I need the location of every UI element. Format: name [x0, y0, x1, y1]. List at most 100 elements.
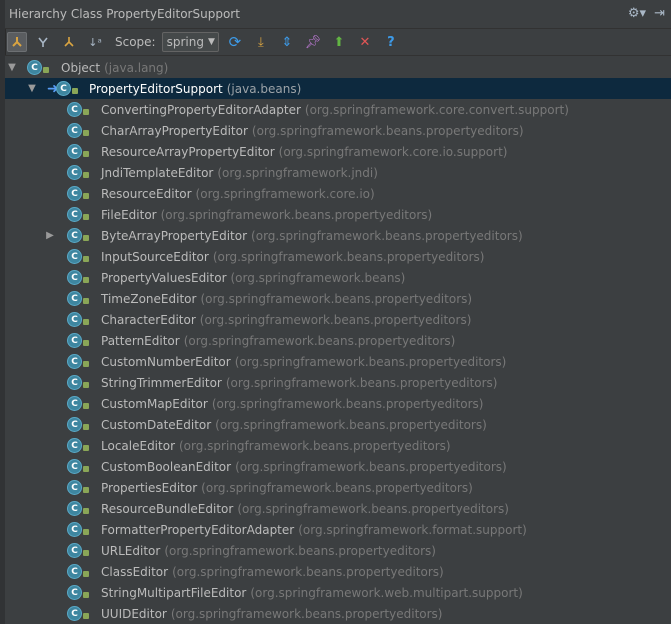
sort-alpha-icon: ↓ᵃ — [88, 35, 102, 49]
close-button[interactable]: ✕ — [355, 32, 375, 52]
class-icon: C — [67, 480, 82, 495]
tool-window-title: Hierarchy Class PropertyEditorSupport — [9, 7, 240, 21]
tree-node-child[interactable]: C ResourceArrayPropertyEditor (org.springf… — [5, 141, 671, 162]
expand-all-icon: ⇕ — [281, 34, 293, 50]
class-icon: C — [67, 228, 82, 243]
tree-node-child[interactable]: C PropertyValuesEditor (org.springframewor… — [5, 267, 671, 288]
public-icon — [83, 277, 89, 283]
tree-node-child[interactable]: C PatternEditor (org.springframework.beans… — [5, 330, 671, 351]
chevron-down-icon: ▼ — [207, 37, 215, 47]
expanded-arrow-icon[interactable]: ▼ — [27, 83, 37, 94]
tree-node-child[interactable]: C TimeZoneEditor (org.springframework.bean… — [5, 288, 671, 309]
class-icon: C — [67, 186, 82, 201]
node-label: InputSourceEditor (org.springframework.be… — [101, 249, 485, 264]
node-label: CustomMapEditor (org.springframework.bean… — [101, 396, 484, 411]
public-icon — [83, 487, 89, 493]
tree-node-child[interactable]: C UUIDEditor (org.springframework.beans.pr… — [5, 603, 671, 624]
scope-dropdown[interactable]: spring ▼ — [161, 32, 219, 52]
public-icon — [83, 235, 89, 241]
node-label: URLEditor (org.springframework.beans.prop… — [101, 543, 436, 558]
tree-node-child[interactable]: C FormatterPropertyEditorAdapter (org.spri… — [5, 519, 671, 540]
public-icon — [83, 445, 89, 451]
tree-node-child[interactable]: C CustomBooleanEditor (org.springframework… — [5, 456, 671, 477]
scope-label: Scope: — [115, 35, 156, 49]
node-label: CharacterEditor (org.springframework.bean… — [101, 312, 472, 327]
node-label: StringTrimmerEditor (org.springframework.… — [101, 375, 498, 390]
tree-node-child[interactable]: C CharacterEditor (org.springframework.bea… — [5, 309, 671, 330]
tree-node-child[interactable]: C InputSourceEditor (org.springframework.b… — [5, 246, 671, 267]
tree-node-selected[interactable]: ▼ ➜ C PropertyEditorSupport (java.beans) — [5, 78, 671, 99]
tree-node-child[interactable]: ▶ C ByteArrayPropertyEditor (org.springfram… — [5, 225, 671, 246]
tree-node-child[interactable]: C PropertiesEditor (org.springframework.be… — [5, 477, 671, 498]
node-label: CustomBooleanEditor (org.springframework.… — [101, 459, 507, 474]
class-icon: C — [56, 81, 71, 96]
public-icon — [83, 214, 89, 220]
public-icon — [83, 613, 89, 619]
subtypes-button[interactable] — [59, 32, 79, 52]
tree-node-child[interactable]: C LocaleEditor (org.springframework.beans.… — [5, 435, 671, 456]
expanded-arrow-icon[interactable]: ▼ — [7, 62, 17, 73]
tree-node-root[interactable]: ▼ C Object (java.lang) — [5, 57, 671, 78]
gear-icon[interactable]: ⚙▾ — [628, 6, 646, 22]
node-label: ByteArrayPropertyEditor (org.springframew… — [101, 228, 523, 243]
sort-alphabetically-button[interactable]: ↓ᵃ — [85, 32, 105, 52]
class-icon: C — [67, 543, 82, 558]
tree-node-child[interactable]: C ConvertingPropertyEditorAdapter (org.spr… — [5, 99, 671, 120]
scope-value: spring — [166, 35, 204, 49]
class-icon: C — [67, 417, 82, 432]
class-icon: C — [67, 354, 82, 369]
node-label: CustomNumberEditor (org.springframework.b… — [101, 354, 507, 369]
expand-all-button[interactable]: ⇕ — [277, 32, 297, 52]
help-button[interactable]: ? — [381, 32, 401, 52]
node-label: PropertiesEditor (org.springframework.bea… — [101, 480, 473, 495]
class-icon: C — [67, 312, 82, 327]
class-icon: C — [67, 606, 82, 621]
class-icon: C — [67, 522, 82, 537]
public-icon — [83, 319, 89, 325]
tree-node-child[interactable]: C CustomMapEditor (org.springframework.bea… — [5, 393, 671, 414]
class-icon: C — [67, 564, 82, 579]
help-icon: ? — [387, 34, 395, 50]
class-hierarchy-icon — [12, 37, 22, 47]
public-icon — [83, 109, 89, 115]
class-icon: C — [67, 291, 82, 306]
refresh-button[interactable]: ⟳ — [225, 32, 245, 52]
title-actions: ⚙▾ ⇥ — [628, 6, 665, 22]
public-icon — [83, 529, 89, 535]
class-hierarchy-button[interactable] — [7, 32, 27, 52]
class-icon: C — [67, 123, 82, 138]
tree-node-child[interactable]: C CharArrayPropertyEditor (org.springframe… — [5, 120, 671, 141]
public-icon — [83, 508, 89, 514]
node-label: JndiTemplateEditor (org.springframework.j… — [101, 165, 378, 180]
class-icon: C — [67, 249, 82, 264]
close-icon: ✕ — [359, 34, 371, 50]
node-label: CustomDateEditor (org.springframework.bea… — [101, 417, 487, 432]
tree-node-child[interactable]: C StringTrimmerEditor (org.springframework… — [5, 372, 671, 393]
export-icon: ⤓ — [258, 34, 264, 50]
class-icon: C — [67, 333, 82, 348]
export-button[interactable]: ⤓ — [251, 32, 271, 52]
tree-node-child[interactable]: C StringMultipartFileEditor (org.springfra… — [5, 582, 671, 603]
tree-node-child[interactable]: C URLEditor (org.springframework.beans.pro… — [5, 540, 671, 561]
supertypes-button[interactable] — [33, 32, 53, 52]
tree-node-child[interactable]: C ResourceBundleEditor (org.springframewor… — [5, 498, 671, 519]
tree-node-child[interactable]: C CustomDateEditor (org.springframework.be… — [5, 414, 671, 435]
node-label: Object (java.lang) — [61, 60, 169, 75]
public-icon — [83, 382, 89, 388]
public-icon — [83, 592, 89, 598]
collapsed-arrow-icon[interactable]: ▶ — [45, 230, 55, 241]
subtypes-icon — [64, 37, 74, 47]
tree-node-child[interactable]: C FileEditor (org.springframework.beans.pr… — [5, 204, 671, 225]
node-label: ConvertingPropertyEditorAdapter (org.spri… — [101, 102, 569, 117]
tree-node-child[interactable]: C CustomNumberEditor (org.springframework.… — [5, 351, 671, 372]
node-label: FileEditor (org.springframework.beans.pro… — [101, 207, 433, 222]
pin-button[interactable]: 📌︎ — [303, 32, 323, 52]
class-icon: C — [67, 165, 82, 180]
open-in-new-tab-button[interactable]: ⬆︎ — [329, 32, 349, 52]
tree-node-child[interactable]: C ResourceEditor (org.springframework.core… — [5, 183, 671, 204]
class-icon: C — [67, 144, 82, 159]
hide-icon[interactable]: ⇥ — [654, 6, 665, 22]
supertypes-icon — [38, 37, 48, 47]
tree-node-child[interactable]: C ClassEditor (org.springframework.beans.p… — [5, 561, 671, 582]
tree-node-child[interactable]: C JndiTemplateEditor (org.springframework.… — [5, 162, 671, 183]
